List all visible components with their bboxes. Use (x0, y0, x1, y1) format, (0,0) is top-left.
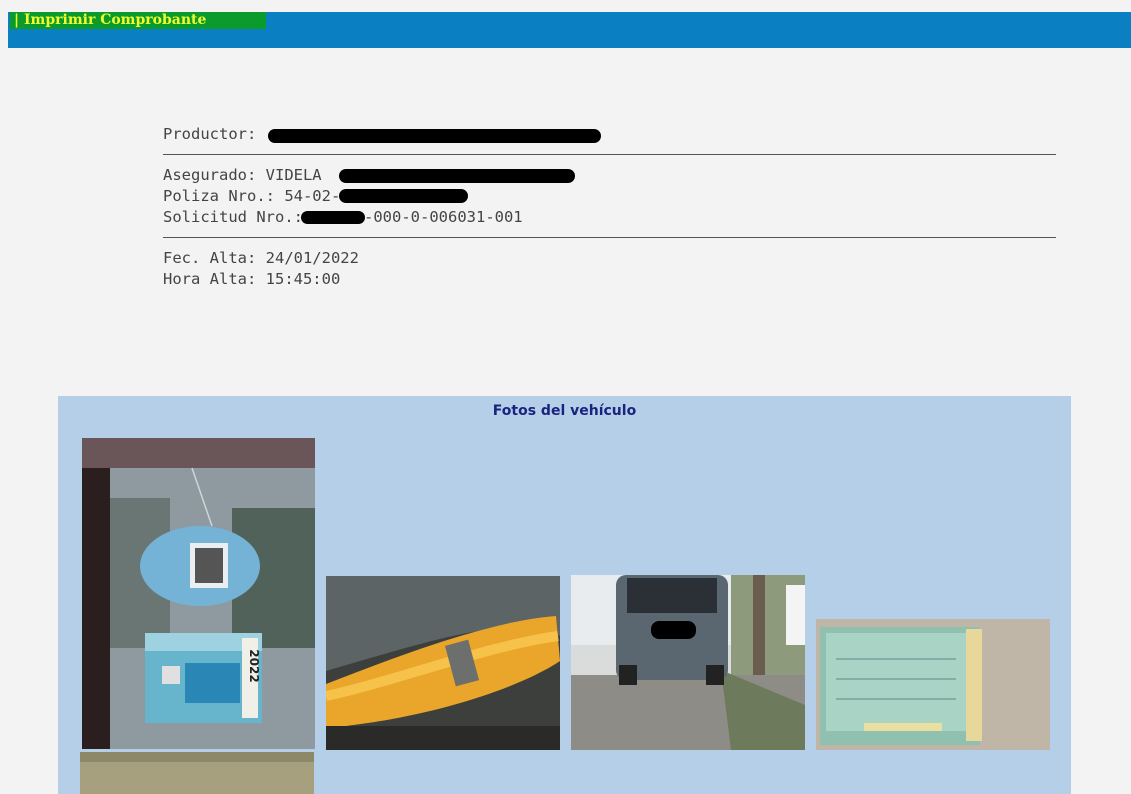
producer-row: Productor: (163, 124, 1056, 145)
windshield-stickers-image: 2022 (82, 438, 315, 749)
insured-row: Asegurado: VIDELA (163, 165, 1056, 186)
issue-date-row: Fec. Alta: 24/01/2022 (163, 249, 359, 267)
registration-card-image (816, 619, 1050, 750)
policy-text: Poliza Nro.: 54-02- (163, 187, 341, 205)
application-number: -000-0-006031-001 (364, 208, 523, 226)
photo-windshield-stickers[interactable]: 2022 (82, 438, 315, 749)
vehicle-photos-panel: Fotos del vehículo 2022 (58, 396, 1071, 794)
gas-tank-image (326, 576, 560, 750)
photo-partial[interactable] (80, 752, 314, 794)
redaction-mark (339, 189, 468, 203)
print-receipt-tab[interactable]: | Imprimir Comprobante (10, 12, 266, 29)
redaction-mark (301, 211, 365, 224)
partial-photo-image (80, 752, 314, 794)
receipt-details: Productor: Asegurado: VIDELA Poliza Nro.… (163, 124, 1056, 290)
sticker-year-text: 2022 (247, 649, 261, 682)
policy-row: Poliza Nro.: 54-02- (163, 186, 1056, 207)
redaction-mark (339, 169, 575, 183)
issue-time-row: Hora Alta: 15:45:00 (163, 270, 341, 288)
application-label: Solicitud Nro.: (163, 208, 303, 226)
insured-text: Asegurado: VIDELA (163, 166, 322, 184)
application-row: Solicitud Nro.: -000-0-006031-001 (163, 207, 1056, 228)
vehicle-photos-title: Fotos del vehículo (492, 403, 637, 419)
separator (163, 237, 1056, 238)
producer-label: Productor: (163, 125, 257, 143)
photo-vehicle-rear[interactable] (571, 575, 805, 750)
photo-registration-card[interactable] (816, 619, 1050, 750)
photo-gas-tank[interactable] (326, 576, 560, 750)
vehicle-rear-image (571, 575, 805, 750)
redaction-mark (268, 129, 601, 143)
separator (163, 154, 1056, 155)
